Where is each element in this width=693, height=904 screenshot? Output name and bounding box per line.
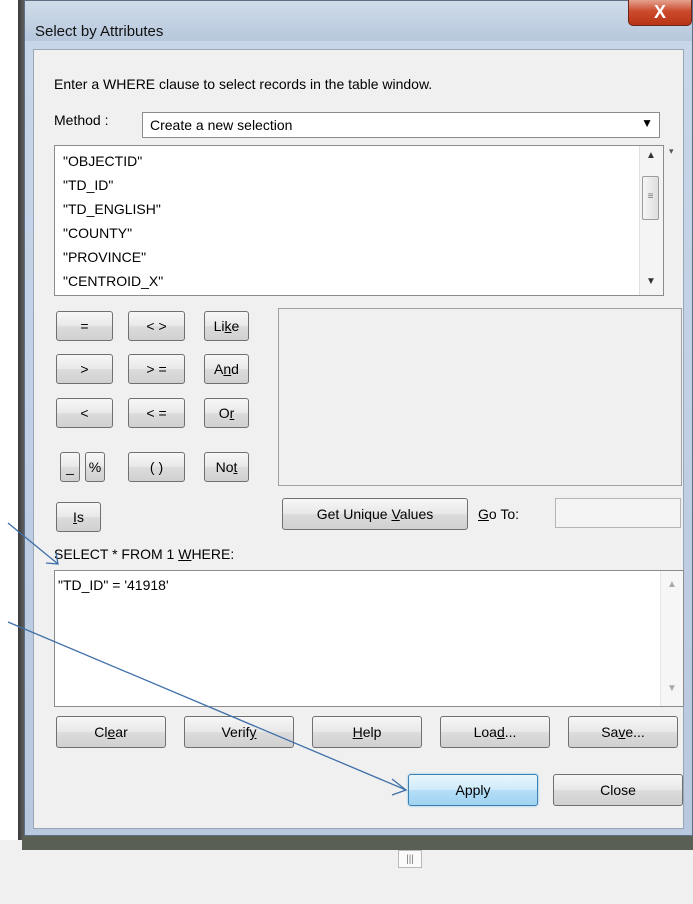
- title-bar[interactable]: Select by Attributes: [25, 1, 692, 41]
- load-button[interactable]: Load...: [440, 716, 550, 748]
- underscore-button[interactable]: _: [60, 452, 80, 482]
- clear-button[interactable]: Clear: [56, 716, 166, 748]
- less-equal-button[interactable]: < =: [128, 398, 185, 428]
- scroll-up-icon[interactable]: ▲: [646, 150, 656, 161]
- fields-scrollbar[interactable]: ▲ ≡ ▼: [639, 146, 663, 295]
- like-button[interactable]: Like: [204, 311, 249, 341]
- field-item-county[interactable]: "COUNTY": [63, 225, 132, 241]
- expression-scrollbar[interactable]: ▲ ▼: [660, 571, 683, 706]
- method-label: Method :: [54, 112, 109, 128]
- scroll-down-icon[interactable]: ▼: [646, 276, 656, 287]
- or-button[interactable]: Or: [204, 398, 249, 428]
- where-expression-box[interactable]: "TD_ID" = '41918' ▲ ▼: [54, 570, 684, 707]
- fields-list[interactable]: "OBJECTID" "TD_ID" "TD_ENGLISH" "COUNTY"…: [54, 145, 664, 296]
- dialog-title: Select by Attributes: [35, 23, 164, 40]
- not-button[interactable]: Not: [204, 452, 249, 482]
- select-statement-label: SELECT * FROM 1 WHERE:: [54, 546, 235, 562]
- verify-button[interactable]: Verify: [184, 716, 294, 748]
- close-icon: X: [653, 2, 666, 22]
- percent-button[interactable]: %: [85, 452, 105, 482]
- save-button[interactable]: Save...: [568, 716, 678, 748]
- where-expression-text: "TD_ID" = '41918': [58, 577, 169, 593]
- chevron-down-icon: ▼: [641, 116, 653, 130]
- parentheses-button[interactable]: ( ): [128, 452, 185, 482]
- splitter-grip[interactable]: |||: [398, 850, 422, 868]
- scroll-up-icon[interactable]: ▲: [667, 579, 677, 590]
- and-button[interactable]: And: [204, 354, 249, 384]
- not-equals-button[interactable]: < >: [128, 311, 185, 341]
- field-item-centroid-x[interactable]: "CENTROID_X": [63, 273, 163, 289]
- apply-button[interactable]: Apply: [408, 774, 538, 806]
- greater-equal-button[interactable]: > =: [128, 354, 185, 384]
- close-button[interactable]: Close: [553, 774, 683, 806]
- close-window-button[interactable]: X: [628, 0, 692, 26]
- greater-than-button[interactable]: >: [56, 354, 113, 384]
- background-strip: [22, 836, 693, 850]
- less-than-button[interactable]: <: [56, 398, 113, 428]
- instruction-text: Enter a WHERE clause to select records i…: [54, 76, 433, 92]
- resize-marker: ▾: [669, 146, 674, 156]
- unique-values-list[interactable]: [278, 308, 682, 486]
- goto-label: Go To:: [478, 506, 519, 522]
- help-button[interactable]: Help: [312, 716, 422, 748]
- field-item-td-id[interactable]: "TD_ID": [63, 177, 113, 193]
- get-unique-values-button[interactable]: Get Unique Values: [282, 498, 468, 530]
- field-item-td-english[interactable]: "TD_ENGLISH": [63, 201, 161, 217]
- method-dropdown[interactable]: Create a new selection ▼: [142, 112, 660, 138]
- equals-button[interactable]: =: [56, 311, 113, 341]
- field-item-province[interactable]: "PROVINCE": [63, 249, 146, 265]
- goto-input[interactable]: [555, 498, 681, 528]
- is-button[interactable]: Is: [56, 502, 101, 532]
- scroll-down-icon[interactable]: ▼: [667, 683, 677, 694]
- scroll-thumb[interactable]: ≡: [642, 176, 659, 220]
- field-item-objectid[interactable]: "OBJECTID": [63, 153, 142, 169]
- method-selected-value: Create a new selection: [150, 117, 293, 133]
